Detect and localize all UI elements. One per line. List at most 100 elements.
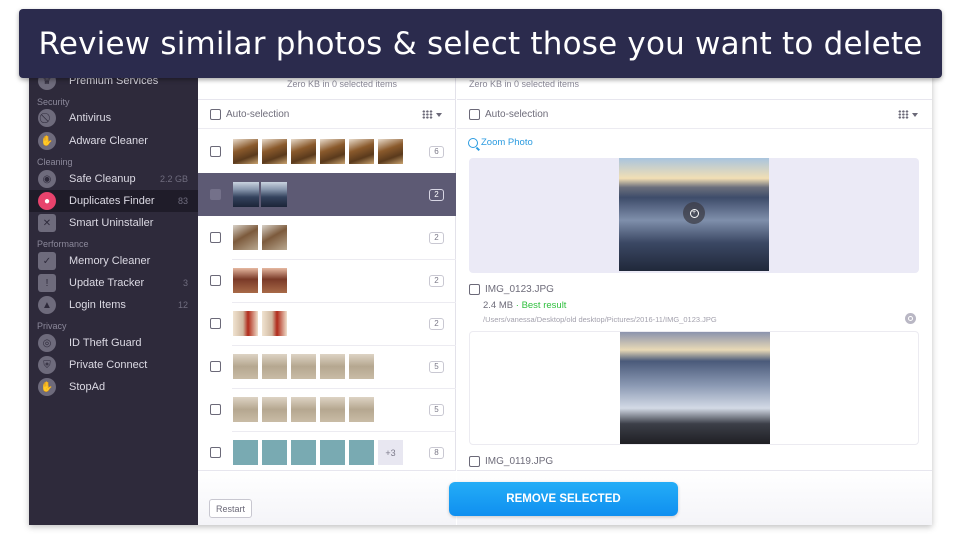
caption-text: Review similar photos & select those you…	[38, 25, 923, 62]
sidebar-item-duplicates-finder[interactable]: ● Duplicates Finder 83	[29, 190, 198, 212]
photo-preview-2[interactable]	[469, 331, 919, 445]
photo-preview-1[interactable]: +	[469, 158, 919, 273]
sidebar-item-label: StopAd	[69, 381, 106, 393]
view-mode-dropdown[interactable]	[422, 110, 442, 119]
group-checkbox[interactable]	[210, 361, 221, 372]
restart-button[interactable]: Restart	[209, 499, 253, 518]
group-checkbox[interactable]	[210, 275, 221, 286]
file-checkbox[interactable]	[469, 284, 480, 295]
sidebar-item-stopad[interactable]: ✋ StopAd	[29, 376, 198, 398]
stopad-icon: ✋	[38, 378, 56, 396]
zoom-photo-label: Zoom Photo	[481, 137, 533, 148]
row-divider	[232, 345, 456, 346]
grid-view-icon	[898, 110, 909, 119]
file-name: IMG_0119.JPG	[485, 456, 554, 467]
sidebar-item-private-connect[interactable]: ⛨ Private Connect	[29, 354, 198, 376]
sidebar-item-label: Antivirus	[69, 112, 112, 124]
sidebar-item-memory-cleaner[interactable]: ✓ Memory Cleaner	[29, 250, 198, 272]
group-checkbox[interactable]	[210, 189, 221, 200]
group-row[interactable]: 2	[198, 173, 456, 216]
sidebar: ♛ Premium Services Security ⃠ Antivirus …	[29, 60, 198, 525]
detail-auto-selection-label: Auto-selection	[485, 109, 549, 120]
file-size: 2.4 MB	[483, 300, 514, 311]
group-row[interactable]: +3 8	[198, 431, 456, 474]
grid-view-icon	[422, 110, 433, 119]
photo-thumbnail	[261, 182, 287, 207]
cleanup-disc-icon: ◉	[38, 170, 56, 188]
group-row[interactable]: 2	[198, 259, 456, 302]
group-checkbox[interactable]	[210, 447, 221, 458]
sidebar-item-smart-uninstaller[interactable]: ✕ Smart Uninstaller	[29, 212, 198, 234]
sidebar-section-cleaning: Cleaning	[37, 157, 73, 167]
photo-thumbnail	[378, 139, 403, 164]
photo-thumbnail	[262, 440, 287, 465]
antivirus-icon: ⃠	[38, 109, 56, 127]
photo-thumbnail	[349, 440, 374, 465]
photo-thumbnail	[349, 397, 374, 422]
photo-thumbnail	[320, 139, 345, 164]
group-thumbnails: +3	[233, 440, 429, 465]
photo-detail-panel: Zero KB in 0 selected items Auto-selecti…	[457, 60, 932, 525]
reveal-in-finder-icon[interactable]	[905, 313, 916, 324]
group-count-badge: 2	[429, 274, 444, 287]
sidebar-item-id-theft-guard[interactable]: ◎ ID Theft Guard	[29, 332, 198, 354]
photo-thumbnail	[233, 311, 258, 336]
row-divider	[232, 388, 456, 389]
file-row-1: IMG_0123.JPG	[469, 284, 554, 295]
file-checkbox[interactable]	[469, 456, 480, 467]
group-row[interactable]: 2	[198, 302, 456, 345]
groups-selection-summary: Zero KB in 0 selected items	[287, 79, 398, 89]
detail-auto-selection-bar: Auto-selection	[457, 101, 932, 129]
groups-auto-selection-bar: Auto-selection	[198, 101, 456, 129]
sidebar-section-security: Security	[37, 97, 70, 107]
photo-thumbnail	[262, 139, 287, 164]
sidebar-item-safe-cleanup[interactable]: ◉ Safe Cleanup 2.2 GB	[29, 168, 198, 190]
caption-banner: Review similar photos & select those you…	[19, 9, 942, 78]
group-checkbox[interactable]	[210, 404, 221, 415]
auto-selection-checkbox[interactable]	[210, 109, 221, 120]
sidebar-item-login-items[interactable]: ▲ Login Items 12	[29, 294, 198, 316]
group-row[interactable]: 5	[198, 345, 456, 388]
file-row-2: IMG_0119.JPG	[469, 456, 553, 467]
sidebar-item-label: Smart Uninstaller	[69, 217, 154, 229]
sidebar-item-label: Safe Cleanup	[69, 173, 136, 185]
remove-selected-button[interactable]: REMOVE SELECTED	[449, 482, 678, 516]
photo-thumbnail	[233, 225, 258, 250]
group-row[interactable]: 5	[198, 388, 456, 431]
group-checkbox[interactable]	[210, 146, 221, 157]
group-row[interactable]: 6	[198, 130, 456, 173]
auto-selection-label: Auto-selection	[226, 109, 290, 120]
sidebar-item-label: Private Connect	[69, 359, 148, 371]
sidebar-item-count: 2.2 GB	[159, 174, 188, 184]
detail-view-mode-dropdown[interactable]	[898, 110, 918, 119]
photo-thumbnail	[262, 354, 287, 379]
row-divider	[232, 431, 456, 432]
duplicate-groups-panel: Zero KB in 0 selected items Auto-selecti…	[198, 60, 456, 525]
group-checkbox[interactable]	[210, 232, 221, 243]
zoom-photo-link[interactable]: Zoom Photo	[468, 137, 533, 148]
update-tracker-icon: !	[38, 274, 56, 292]
photo-thumbnail	[233, 139, 258, 164]
group-thumbnails	[233, 182, 429, 207]
photo-zoom-button[interactable]: +	[683, 202, 705, 224]
file-name: IMG_0123.JPG	[485, 284, 554, 295]
meta-separator: ·	[515, 300, 519, 311]
rocket-icon: ▲	[38, 296, 56, 314]
memory-chip-icon: ✓	[38, 252, 56, 270]
hand-stop-icon: ✋	[38, 132, 56, 150]
photo-thumbnail	[320, 354, 345, 379]
group-count-badge: 6	[429, 145, 444, 158]
duplicates-icon: ●	[38, 192, 56, 210]
sidebar-section-privacy: Privacy	[37, 321, 67, 331]
photo-thumbnail	[233, 268, 258, 293]
group-checkbox[interactable]	[210, 318, 221, 329]
row-divider	[232, 259, 456, 260]
sidebar-item-update-tracker[interactable]: ! Update Tracker 3	[29, 272, 198, 294]
sidebar-item-antivirus[interactable]: ⃠ Antivirus	[29, 107, 198, 129]
detail-auto-selection-checkbox[interactable]	[469, 109, 480, 120]
sidebar-item-label: Duplicates Finder	[69, 195, 155, 207]
group-row[interactable]: 2	[198, 216, 456, 259]
photo-thumbnail	[291, 440, 316, 465]
sidebar-item-adware-cleaner[interactable]: ✋ Adware Cleaner	[29, 130, 198, 152]
photo-thumbnail	[291, 354, 316, 379]
